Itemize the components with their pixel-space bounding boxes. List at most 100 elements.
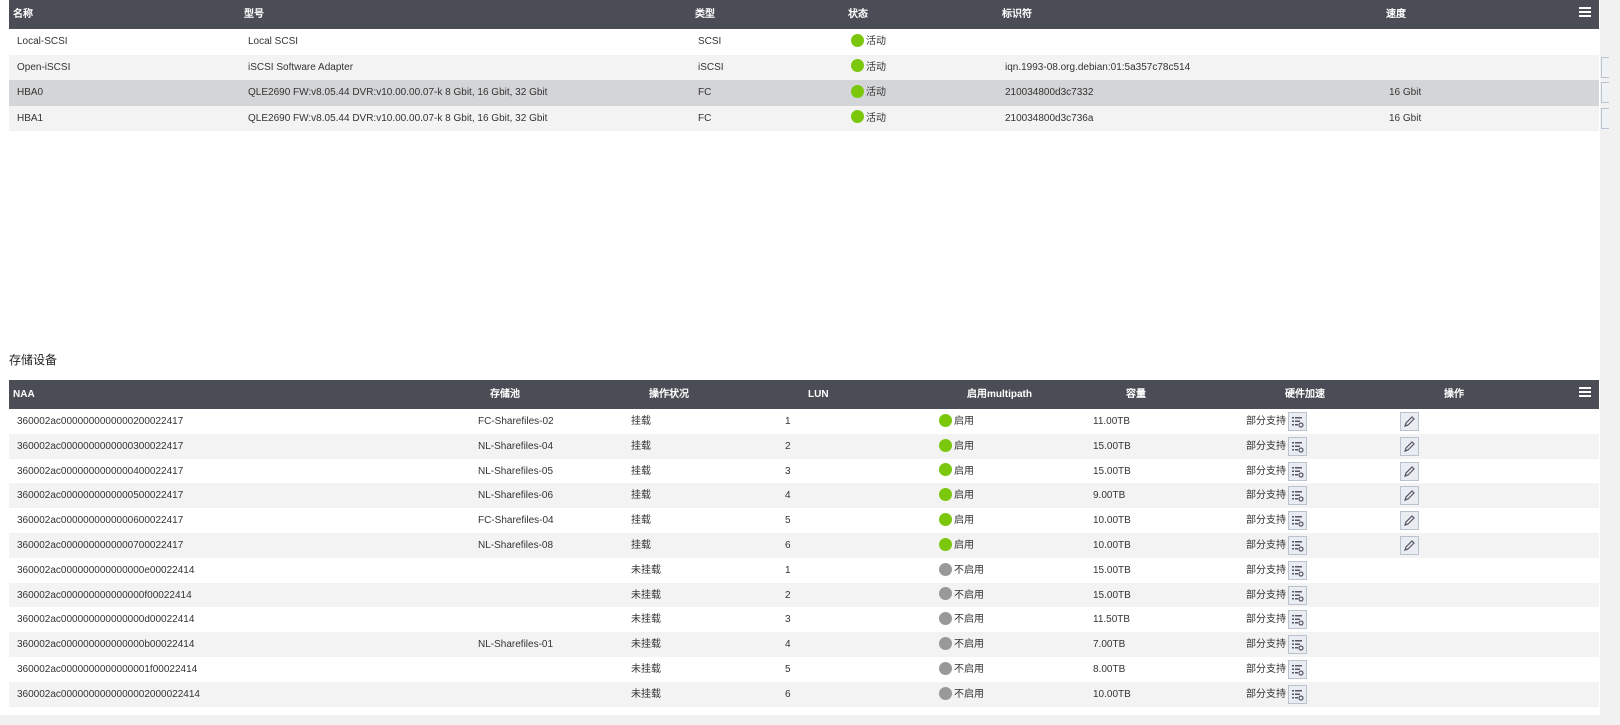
multipath-disabled-icon (939, 562, 952, 576)
cell-lun: 3 (785, 614, 791, 626)
cell-capacity: 15.00TB (1093, 440, 1131, 452)
device-row[interactable]: 360002ac0000000000000700022417 NL-Sharefi… (9, 532, 1599, 558)
cell-hw-accel: 部分支持 (1246, 490, 1286, 502)
col-status[interactable]: 状态 (848, 0, 868, 29)
column-menu-icon[interactable] (1579, 387, 1591, 397)
cell-type: FC (698, 87, 712, 98)
col-speed[interactable]: 速度 (1386, 0, 1406, 29)
col-name[interactable]: 名称 (13, 0, 33, 29)
cell-capacity: 10.00TB (1093, 515, 1131, 527)
hw-accel-details-button[interactable] (1288, 535, 1307, 555)
row-action-button[interactable] (1601, 82, 1609, 103)
cell-hw-accel: 部分支持 (1246, 416, 1286, 427)
col-hw-accel[interactable]: 硬件加速 (1285, 380, 1325, 409)
col-naa[interactable]: NAA (13, 380, 35, 409)
cell-naa: 360002ac0000000000000400022417 (17, 465, 184, 477)
adapter-row[interactable]: Local-SCSI Local SCSI SCSI 活动 (9, 29, 1599, 55)
cell-hw-accel: 部分支持 (1246, 614, 1286, 626)
col-pool[interactable]: 存储池 (490, 380, 520, 409)
hw-accel-details-button[interactable] (1288, 412, 1307, 431)
cell-naa: 360002ac000000000000000d00022414 (17, 614, 195, 626)
multipath-label: 启用 (954, 515, 974, 527)
multipath-label: 不启用 (954, 614, 984, 626)
hw-accel-details-button[interactable] (1288, 684, 1307, 704)
edit-button[interactable] (1400, 461, 1419, 481)
device-row[interactable]: 360002ac000000000000000b00022414 NL-Share… (9, 632, 1599, 657)
horizontal-scrollbar[interactable] (0, 715, 1600, 725)
column-menu-icon[interactable] (1579, 7, 1591, 17)
adapter-row[interactable]: Open-iSCSI iSCSI Software Adapter iSCSI iqn… (9, 54, 1609, 80)
device-row[interactable]: 360002ac0000000000000002000022414 未挂载 6 10.… (9, 681, 1599, 707)
col-type[interactable]: 类型 (695, 0, 715, 29)
device-row[interactable]: 360002ac0000000000000200022417 FC-Sharefi… (9, 409, 1599, 434)
device-row[interactable]: 360002ac0000000000000300022417 NL-Sharefi… (9, 433, 1599, 460)
device-row[interactable]: 360002ac0000000000000400022417 NL-Sharefi… (9, 459, 1599, 484)
edit-button[interactable] (1400, 486, 1419, 506)
cell-op-state: 挂载 (631, 539, 651, 551)
cell-capacity: 9.00TB (1093, 490, 1126, 502)
cell-naa: 360002ac0000000000000001f00022414 (17, 663, 198, 675)
multipath-enabled-icon (939, 413, 952, 427)
cell-capacity: 7.00TB (1093, 639, 1126, 651)
cell-lun: 6 (785, 539, 791, 551)
adapter-row[interactable]: HBA0 QLE2690 FW:v8.05.44 DVR:v10.00.00.07… (9, 80, 1609, 106)
device-row[interactable]: 360002ac0000000000000600022417 FC-Sharefi… (9, 508, 1599, 533)
col-capacity[interactable]: 容量 (1126, 380, 1146, 409)
adapter-row[interactable]: HBA1 QLE2690 FW:v8.05.44 DVR:v10.00.00.07… (9, 105, 1609, 131)
col-model[interactable]: 型号 (244, 0, 264, 29)
multipath-label: 不启用 (954, 663, 984, 675)
hw-accel-details-button[interactable] (1288, 659, 1307, 679)
edit-button[interactable] (1400, 412, 1419, 431)
cell-type: SCSI (698, 36, 722, 47)
col-op-state[interactable]: 操作状况 (649, 380, 689, 409)
cell-pool: NL-Sharefiles-06 (478, 490, 554, 502)
cell-hw-accel: 部分支持 (1246, 440, 1286, 452)
cell-multipath: 启用 (939, 483, 974, 509)
col-lun[interactable]: LUN (808, 380, 829, 409)
hw-accel-details-button[interactable] (1288, 610, 1307, 630)
cell-lun: 5 (785, 515, 791, 527)
cell-model: iSCSI Software Adapter (248, 61, 354, 73)
status-active-icon (851, 110, 864, 124)
status-label: 活动 (866, 61, 886, 73)
cell-op-state: 挂载 (631, 465, 651, 477)
multipath-enabled-icon (939, 463, 952, 477)
cell-hw-accel: 部分支持 (1246, 539, 1286, 551)
cell-multipath: 启用 (939, 409, 974, 435)
cell-lun: 3 (785, 465, 791, 477)
hw-accel-details-button[interactable] (1288, 461, 1307, 481)
cell-hw-accel: 部分支持 (1246, 663, 1286, 675)
edit-button[interactable] (1400, 535, 1419, 555)
col-multipath[interactable]: 启用multipath (967, 380, 1032, 409)
row-action-button[interactable] (1601, 107, 1609, 129)
hw-accel-details-button[interactable] (1288, 436, 1307, 456)
cell-op-state: 挂载 (631, 416, 651, 427)
multipath-disabled-icon (939, 587, 952, 601)
storage-device-grid: NAA 存储池 操作状况 LUN 启用multipath 容量 硬件加速 操作 … (9, 380, 1599, 707)
cell-identifier: 210034800d3c7332 (1005, 87, 1094, 98)
device-row[interactable]: 360002ac0000000000000500022417 NL-Sharefi… (9, 483, 1599, 509)
col-actions[interactable]: 操作 (1444, 380, 1464, 409)
cell-hw-accel: 部分支持 (1246, 564, 1286, 576)
cell-model: QLE2690 FW:v8.05.44 DVR:v10.00.00.07-k 8… (248, 87, 548, 98)
cell-status: 活动 (851, 80, 886, 106)
status-label: 活动 (866, 87, 886, 98)
cell-capacity: 15.00TB (1093, 465, 1131, 477)
device-row[interactable]: 360002ac000000000000000d00022414 未挂载 3 11.5… (9, 607, 1599, 632)
hw-accel-details-button[interactable] (1288, 585, 1307, 605)
row-action-button[interactable] (1601, 56, 1609, 78)
cell-multipath: 启用 (939, 434, 974, 460)
cell-naa: 360002ac000000000000000e00022414 (17, 564, 195, 576)
device-row[interactable]: 360002ac0000000000000001f00022414 未挂载 5 8.0… (9, 657, 1599, 682)
edit-button[interactable] (1400, 436, 1419, 456)
device-row[interactable]: 360002ac000000000000000e00022414 未挂载 1 15.0… (9, 558, 1599, 583)
edit-button[interactable] (1400, 511, 1419, 531)
hw-accel-details-button[interactable] (1288, 560, 1307, 580)
device-row[interactable]: 360002ac000000000000000f00022414 未挂载 2 15.0… (9, 582, 1599, 608)
col-identifier[interactable]: 标识符 (1002, 0, 1032, 29)
cell-capacity: 15.00TB (1093, 564, 1131, 576)
hw-accel-details-button[interactable] (1288, 511, 1307, 531)
hw-accel-details-button[interactable] (1288, 486, 1307, 506)
hw-accel-details-button[interactable] (1288, 635, 1307, 655)
multipath-label: 启用 (954, 416, 974, 427)
